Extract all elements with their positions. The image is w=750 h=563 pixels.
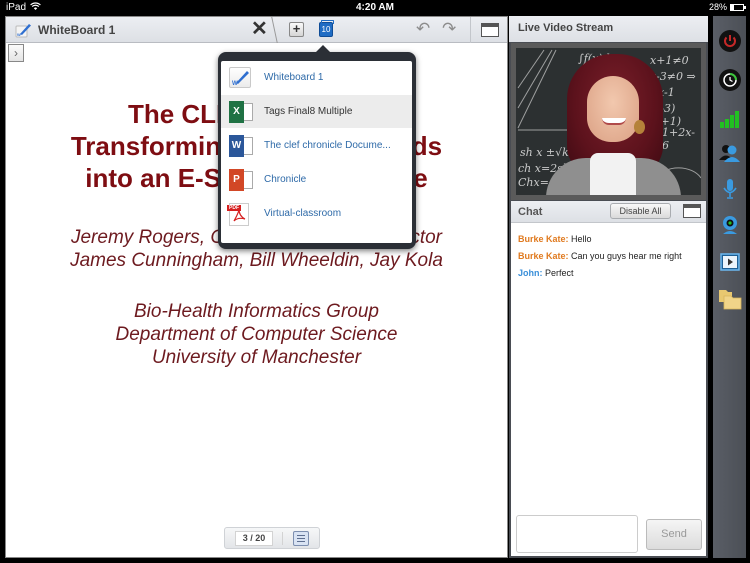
clock: 4:20 AM	[356, 2, 394, 13]
chevron-right-icon: ›	[14, 46, 18, 60]
folder-icon	[719, 290, 742, 310]
participants-button[interactable]	[717, 140, 743, 166]
signal-button[interactable]	[717, 106, 743, 132]
document-item-word[interactable]: W The clef chronicle Docume...	[221, 129, 412, 162]
redo-icon: ↷	[442, 19, 457, 38]
signal-strength-icon	[720, 111, 739, 128]
undo-button[interactable]: ↶	[416, 20, 430, 38]
microphone-icon	[723, 179, 737, 199]
undo-icon: ↶	[416, 19, 431, 38]
battery-icon	[730, 3, 746, 11]
chat-window-button[interactable]	[683, 204, 701, 218]
power-button[interactable]	[717, 28, 743, 54]
message-text: Can you guys hear me right	[568, 251, 682, 261]
page-navigator: 3 / 20	[224, 527, 320, 549]
whiteboard-file-icon: W	[229, 66, 253, 89]
powerpoint-file-icon: P	[229, 168, 253, 191]
message-text: Hello	[568, 234, 592, 244]
document-item-label: The clef chronicle Docume...	[264, 140, 391, 151]
participants-icon	[719, 145, 740, 162]
document-item-excel[interactable]: X Tags Final8 Multiple	[221, 95, 412, 128]
whiteboard-toolbar: W WhiteBoard 1 ✕ + 10 ↶ ↷	[6, 17, 507, 43]
message-sender: Burke Kate:	[518, 251, 569, 261]
clock-icon	[719, 69, 741, 91]
video-frame: ∫f(x)dx x+1≠0 x-3≠0 ⇒ x-1 (x-3)(x+1) 1+2…	[516, 48, 701, 195]
video-stream[interactable]: ∫f(x)dx x+1≠0 x-3≠0 ⇒ x-1 (x-3)(x+1) 1+2…	[511, 43, 706, 200]
presenter-shirt	[590, 153, 636, 195]
word-file-icon: W	[229, 134, 253, 157]
document-item-label: Whiteboard 1	[264, 72, 324, 83]
documents-count-badge: 10	[321, 25, 331, 34]
message-sender: Burke Kate:	[518, 234, 569, 244]
excel-file-icon: X	[229, 100, 253, 123]
message-sender: John:	[518, 268, 543, 278]
redo-button[interactable]: ↷	[442, 20, 456, 38]
add-tab-button[interactable]: +	[289, 22, 304, 37]
tool-dock	[713, 16, 746, 558]
send-button[interactable]: Send	[646, 519, 702, 550]
documents-list: W Whiteboard 1 X Tags Final8 Multiple W …	[221, 61, 412, 243]
document-item-label: Tags Final8 Multiple	[264, 106, 353, 117]
close-icon: ✕	[251, 18, 268, 40]
chat-message: Burke Kate: Hello	[518, 231, 702, 248]
pager-divider	[282, 532, 283, 545]
slide-affiliation-line: University of Manchester	[151, 347, 362, 368]
documents-popover: W Whiteboard 1 X Tags Final8 Multiple W …	[218, 45, 416, 249]
document-item-powerpoint[interactable]: P Chronicle	[221, 163, 412, 196]
document-item-pdf[interactable]: PDF Virtual-classroom	[221, 197, 412, 230]
webcam-button[interactable]	[717, 212, 743, 238]
power-icon	[719, 30, 741, 52]
collaboration-panel: Live Video Stream ∫f(x)dx x+1≠0 x-3≠0 ⇒ …	[509, 16, 708, 558]
close-tab-button[interactable]: ✕	[251, 19, 268, 39]
slide-affiliation: Bio-Health Informatics Group Department …	[6, 300, 507, 369]
document-item-label: Chronicle	[264, 174, 307, 185]
presenter-face	[587, 76, 639, 142]
chat-panel: Chat Disable All Burke Kate: Hello Burke…	[511, 201, 706, 556]
microphone-button[interactable]	[717, 176, 743, 202]
whiteboard-pen-icon: W	[15, 22, 32, 38]
app-root: iPad 4:20 AM 28% W WhiteBoard 1 ✕ + 10 ↶…	[0, 0, 750, 563]
slide-affiliation-line: Department of Computer Science	[115, 324, 398, 345]
slide-affiliation-line: Bio-Health Informatics Group	[134, 301, 379, 322]
disable-all-button[interactable]: Disable All	[610, 203, 671, 219]
whiteboard-tab-title: WhiteBoard 1	[38, 23, 116, 37]
battery-percent: 28%	[708, 2, 727, 12]
chat-input[interactable]	[516, 515, 638, 553]
svg-text:W: W	[232, 81, 238, 87]
media-player-icon	[720, 253, 740, 271]
chat-message: John: Perfect	[518, 265, 702, 282]
page-list-button[interactable]	[293, 531, 309, 546]
files-button[interactable]	[717, 286, 743, 312]
status-bar: iPad 4:20 AM 28%	[0, 0, 750, 16]
webcam-icon	[723, 216, 737, 234]
chat-message: Burke Kate: Can you guys hear me right	[518, 248, 702, 265]
presenter-earring	[634, 120, 645, 134]
plus-icon: +	[292, 21, 301, 36]
document-item-whiteboard[interactable]: W Whiteboard 1	[221, 61, 412, 94]
toolbar-divider	[470, 17, 471, 43]
media-player-button[interactable]	[717, 249, 743, 275]
presenter-smile	[602, 118, 626, 125]
open-documents-button[interactable]: 10	[319, 20, 334, 37]
tab-divider	[271, 17, 283, 43]
pdf-file-icon: PDF	[227, 202, 253, 226]
chat-messages: Burke Kate: Hello Burke Kate: Can you gu…	[518, 231, 702, 282]
window-maximize-button[interactable]	[481, 23, 499, 37]
page-number-field[interactable]: 3 / 20	[235, 531, 273, 546]
whiteboard-tab[interactable]: W WhiteBoard 1	[15, 22, 115, 38]
chat-header: Chat Disable All	[511, 201, 706, 223]
svg-text:W: W	[17, 32, 21, 37]
video-header: Live Video Stream	[509, 16, 708, 42]
side-panel-toggle[interactable]: ›	[8, 44, 24, 62]
message-text: Perfect	[542, 268, 574, 278]
document-item-label: Virtual-classroom	[264, 208, 342, 219]
timer-button[interactable]	[717, 67, 743, 93]
chat-title: Chat	[518, 206, 543, 218]
slide-author-line: James Cunningham, Bill Wheeldin, Jay Kol…	[70, 250, 443, 271]
